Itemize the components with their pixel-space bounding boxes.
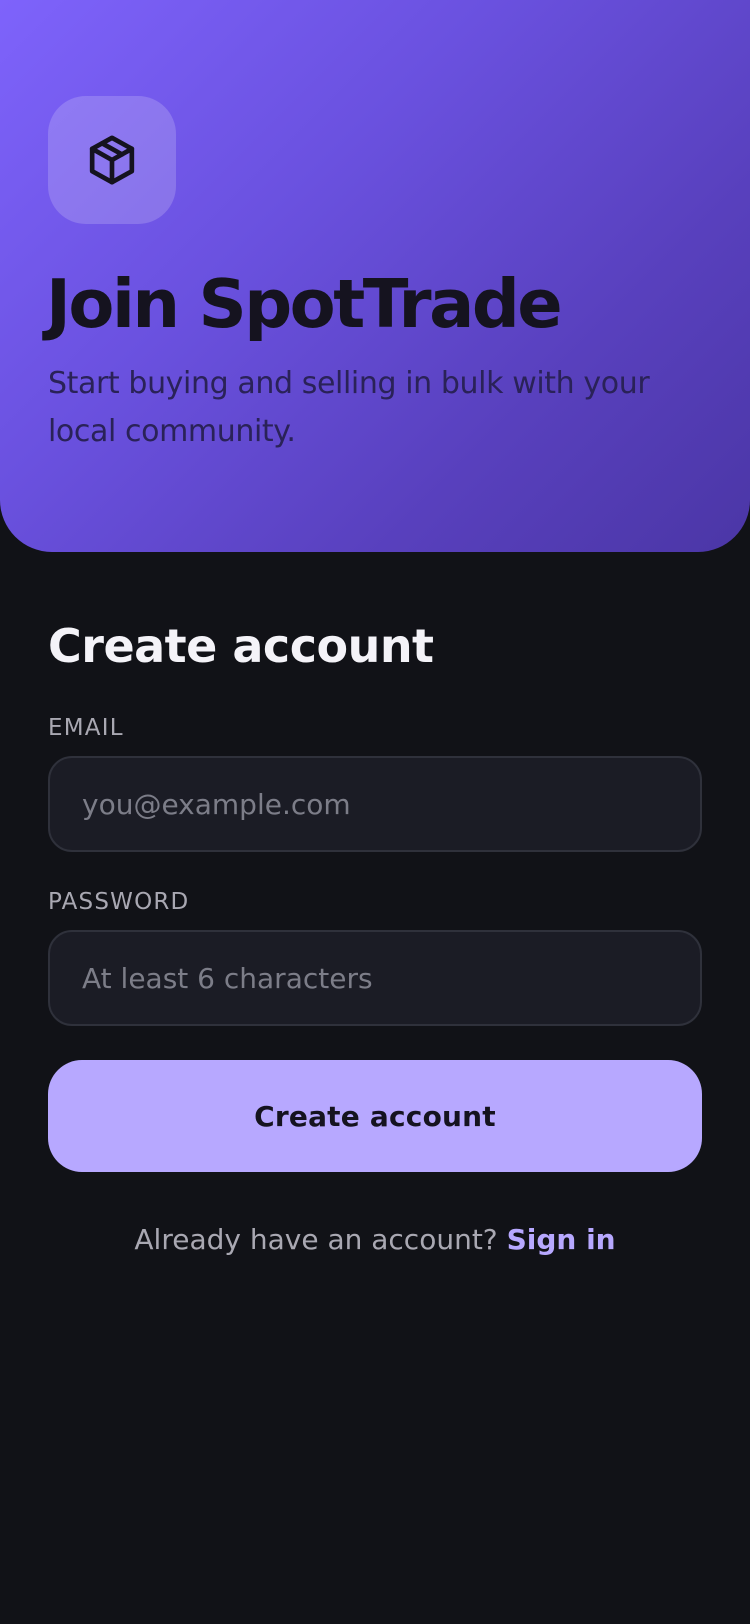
sign-in-link[interactable]: Sign in: [507, 1223, 616, 1256]
email-input[interactable]: [48, 756, 702, 852]
form-title: Create account: [48, 619, 434, 673]
hero-subtitle: Start buying and selling in bulk with yo…: [48, 366, 650, 449]
signin-prompt-row: Already have an account? Sign in: [0, 1220, 750, 1260]
create-account-button[interactable]: Create account: [48, 1060, 702, 1172]
email-label: EMAIL: [48, 715, 124, 741]
hero-title: Join SpotTrade: [46, 265, 563, 343]
password-input[interactable]: [48, 930, 702, 1026]
box-icon: [89, 135, 135, 185]
hero-header: Join SpotTrade Start buying and selling …: [0, 0, 750, 552]
app-logo: [48, 96, 176, 224]
signin-prompt-text: Already have an account?: [134, 1223, 498, 1256]
password-label: PASSWORD: [48, 889, 190, 915]
